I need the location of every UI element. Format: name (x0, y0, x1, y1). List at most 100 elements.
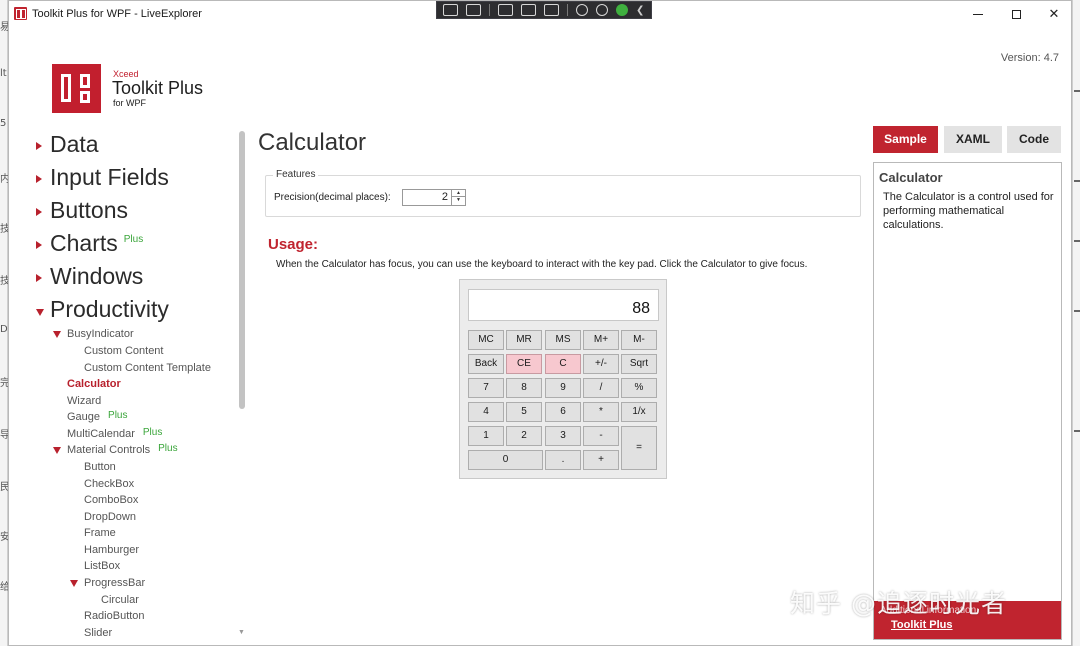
key-memory-store[interactable]: MS (545, 330, 581, 350)
key-7[interactable]: 7 (468, 378, 504, 398)
key-memory-add[interactable]: M+ (583, 330, 619, 350)
desktop-fragment (1074, 240, 1080, 242)
desktop-right-strip (1072, 0, 1080, 646)
logo-product-name: Toolkit Plus (112, 78, 204, 98)
key-memory-subtract[interactable]: M- (621, 330, 657, 350)
tab-xaml[interactable]: XAML (944, 126, 1002, 153)
key-0[interactable]: 0 (468, 450, 543, 470)
key-divide[interactable]: / (583, 378, 619, 398)
xceed-logo-icon (52, 64, 101, 113)
toolkit-plus-link[interactable]: Toolkit Plus (891, 619, 953, 631)
collapse-arrow-icon (53, 331, 61, 338)
accessibility-icon[interactable] (596, 4, 608, 16)
nav-item-radiobutton[interactable]: RadioButton (84, 610, 145, 622)
show-in-visual-tree-icon[interactable] (466, 4, 481, 16)
minimize-button[interactable] (959, 1, 997, 27)
app-icon (14, 7, 27, 20)
features-group-label: Features (273, 169, 319, 180)
go-to-live-tree-icon[interactable] (443, 4, 458, 16)
nav-category-data[interactable]: Data (36, 131, 99, 158)
nav-item-circular[interactable]: Circular (101, 594, 139, 606)
track-focused-element-icon[interactable] (544, 4, 559, 16)
tab-code[interactable]: Code (1007, 126, 1061, 153)
status-ok-icon[interactable] (616, 4, 628, 16)
key-1[interactable]: 1 (468, 426, 504, 446)
key-clear[interactable]: C (545, 354, 581, 374)
nav-item-gauge[interactable]: Gauge Plus (67, 410, 127, 423)
key-sqrt[interactable]: Sqrt (621, 354, 657, 374)
nav-category-charts[interactable]: Charts Plus (36, 230, 143, 257)
nav-item-custom-content-template[interactable]: Custom Content Template (84, 362, 211, 374)
key-5[interactable]: 5 (506, 402, 542, 422)
nav-item-multicalendar[interactable]: MultiCalendar Plus (67, 427, 162, 440)
key-2[interactable]: 2 (506, 426, 542, 446)
key-negate[interactable]: +/- (583, 354, 619, 374)
key-6[interactable]: 6 (545, 402, 581, 422)
tab-sample[interactable]: Sample (873, 126, 938, 153)
desktop-fragment: D (0, 324, 8, 335)
nav-item-calculator[interactable]: Calculator (67, 378, 121, 390)
key-memory-recall[interactable]: MR (506, 330, 542, 350)
scroll-down-icon[interactable]: ▼ (238, 629, 245, 636)
desktop-fragment: lt (0, 68, 7, 79)
description-panel: Calculator The Calculator is a control u… (873, 162, 1062, 640)
nav-item-combobox[interactable]: ComboBox (84, 494, 138, 506)
collapse-toolbar-icon[interactable]: ❮ (636, 5, 644, 16)
collapse-arrow-icon (53, 447, 61, 454)
spin-down-icon[interactable]: ▼ (452, 197, 465, 204)
watermark-text: 知乎 @追逐时光者 (790, 589, 1007, 618)
version-label: Version: 4.7 (1000, 52, 1059, 64)
nav-item-button[interactable]: Button (84, 461, 116, 473)
maximize-button[interactable] (997, 1, 1035, 27)
close-button[interactable]: ✕ (1035, 1, 1073, 27)
nav-category-windows[interactable]: Windows (36, 263, 143, 290)
usage-text: When the Calculator has focus, you can u… (276, 259, 808, 270)
nav-item-checkbox[interactable]: CheckBox (84, 478, 134, 490)
nav-item-wizard[interactable]: Wizard (67, 395, 101, 407)
key-reciprocal[interactable]: 1/x (621, 402, 657, 422)
calculator-display: 88 (468, 289, 659, 321)
binding-failures-icon[interactable] (576, 4, 588, 16)
nav-item-dropdown[interactable]: DropDown (84, 511, 136, 523)
expand-arrow-icon (36, 175, 42, 183)
key-3[interactable]: 3 (545, 426, 581, 446)
precision-spinner[interactable]: ▲ ▼ (451, 190, 465, 205)
nav-item-busyindicator[interactable]: BusyIndicator (53, 328, 134, 340)
nav-item-hamburger[interactable]: Hamburger (84, 544, 139, 556)
nav-category-input-fields[interactable]: Input Fields (36, 164, 169, 191)
sample-navigation-tree: Data Input Fields Buttons Charts Plus Win… (9, 127, 239, 646)
key-subtract[interactable]: - (583, 426, 619, 446)
key-decimal[interactable]: . (545, 450, 581, 470)
key-back[interactable]: Back (468, 354, 504, 374)
nav-category-productivity[interactable]: Productivity (36, 296, 169, 323)
spin-up-icon[interactable]: ▲ (452, 190, 465, 197)
nav-item-slider[interactable]: Slider (84, 627, 112, 639)
features-group: Features Precision(decimal places): 2 ▲ … (265, 169, 861, 217)
nav-item-frame[interactable]: Frame (84, 527, 116, 539)
nav-item-listbox[interactable]: ListBox (84, 560, 120, 572)
nav-category-buttons[interactable]: Buttons (36, 197, 128, 224)
key-8[interactable]: 8 (506, 378, 542, 398)
key-percent[interactable]: % (621, 378, 657, 398)
display-layout-adorners-icon[interactable] (521, 4, 536, 16)
key-9[interactable]: 9 (545, 378, 581, 398)
calculator-control[interactable]: 88 MC MR MS M+ M- Back CE C +/- Sqrt 7 8… (459, 279, 667, 479)
expand-arrow-icon (36, 142, 42, 150)
key-multiply[interactable]: * (583, 402, 619, 422)
key-clear-entry[interactable]: CE (506, 354, 542, 374)
app-window: Toolkit Plus for WPF - LiveExplorer ✕ ❮ … (8, 0, 1072, 646)
key-4[interactable]: 4 (468, 402, 504, 422)
description-text: The Calculator is a control used for per… (883, 191, 1054, 231)
nav-item-progressbar[interactable]: ProgressBar (70, 577, 145, 589)
collapse-arrow-icon (36, 309, 44, 316)
key-memory-clear[interactable]: MC (468, 330, 504, 350)
collapse-arrow-icon (70, 580, 78, 587)
close-icon: ✕ (1048, 6, 1060, 21)
key-add[interactable]: + (583, 450, 619, 470)
select-element-icon[interactable] (498, 4, 513, 16)
nav-scrollbar-thumb[interactable] (239, 131, 245, 409)
key-equals[interactable]: = (621, 426, 657, 470)
nav-item-custom-content[interactable]: Custom Content (84, 345, 163, 357)
nav-item-material-controls[interactable]: Material Controls Plus (53, 443, 178, 456)
description-title: Calculator (879, 170, 943, 185)
